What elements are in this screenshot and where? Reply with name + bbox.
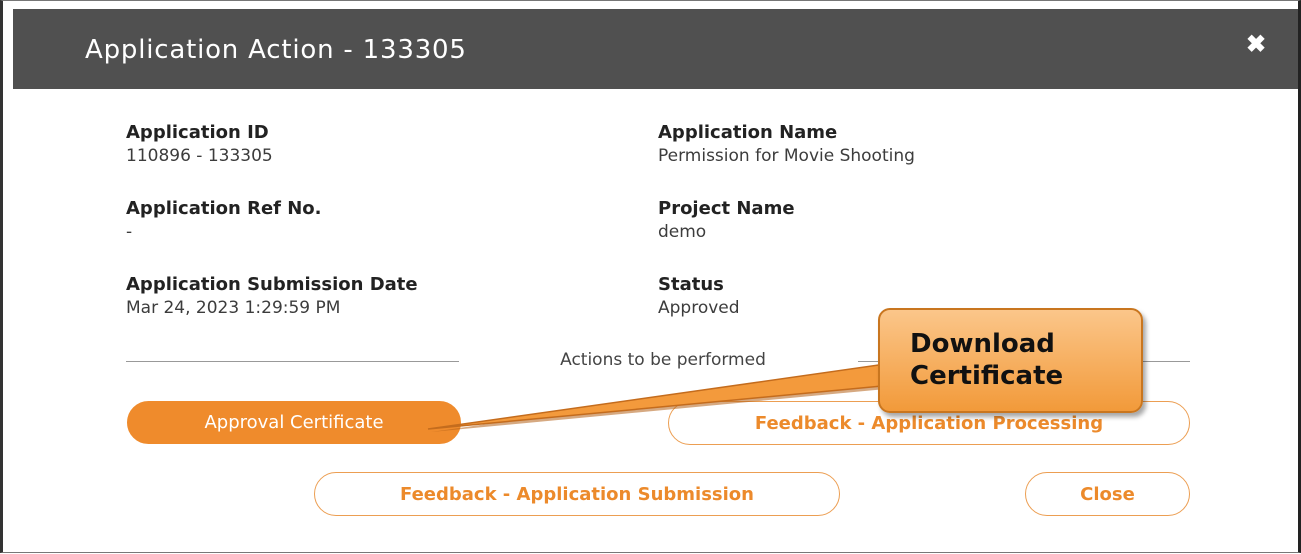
- status-label: Status: [658, 274, 724, 295]
- application-name-label: Application Name: [658, 122, 838, 143]
- submission-date-field: Application Submission Date Mar 24, 2023…: [126, 274, 418, 320]
- application-name-value: Permission for Movie Shooting: [658, 146, 915, 166]
- application-id-field: Application ID 110896 - 133305: [126, 122, 273, 168]
- approval-certificate-button[interactable]: Approval Certificate: [127, 401, 461, 444]
- status-field: Status Approved: [658, 274, 740, 320]
- actions-heading: Actions to be performed: [560, 350, 766, 370]
- modal-dialog: Application Action - 133305 ✖ Applicatio…: [0, 0, 1301, 553]
- modal-header: Application Action - 133305 ✖: [13, 9, 1298, 89]
- feedback-submission-button[interactable]: Feedback - Application Submission: [314, 472, 840, 516]
- application-ref-label: Application Ref No.: [126, 198, 322, 219]
- status-value: Approved: [658, 298, 740, 318]
- download-certificate-callout: Download Certificate: [878, 308, 1143, 413]
- application-ref-value: -: [126, 222, 133, 242]
- close-button[interactable]: Close: [1025, 472, 1190, 516]
- application-id-label: Application ID: [126, 122, 269, 143]
- application-name-field: Application Name Permission for Movie Sh…: [658, 122, 915, 168]
- submission-date-label: Application Submission Date: [126, 274, 418, 295]
- callout-line-1: Download: [910, 329, 1055, 359]
- submission-date-value: Mar 24, 2023 1:29:59 PM: [126, 298, 341, 318]
- project-name-label: Project Name: [658, 198, 795, 219]
- close-icon[interactable]: ✖: [1242, 31, 1270, 59]
- modal-title: Application Action - 133305: [85, 35, 467, 65]
- application-id-value: 110896 - 133305: [126, 146, 273, 166]
- divider-left: [126, 361, 459, 362]
- project-name-field: Project Name demo: [658, 198, 795, 244]
- callout-line-2: Certificate: [910, 361, 1064, 391]
- application-ref-field: Application Ref No. -: [126, 198, 322, 244]
- project-name-value: demo: [658, 222, 707, 242]
